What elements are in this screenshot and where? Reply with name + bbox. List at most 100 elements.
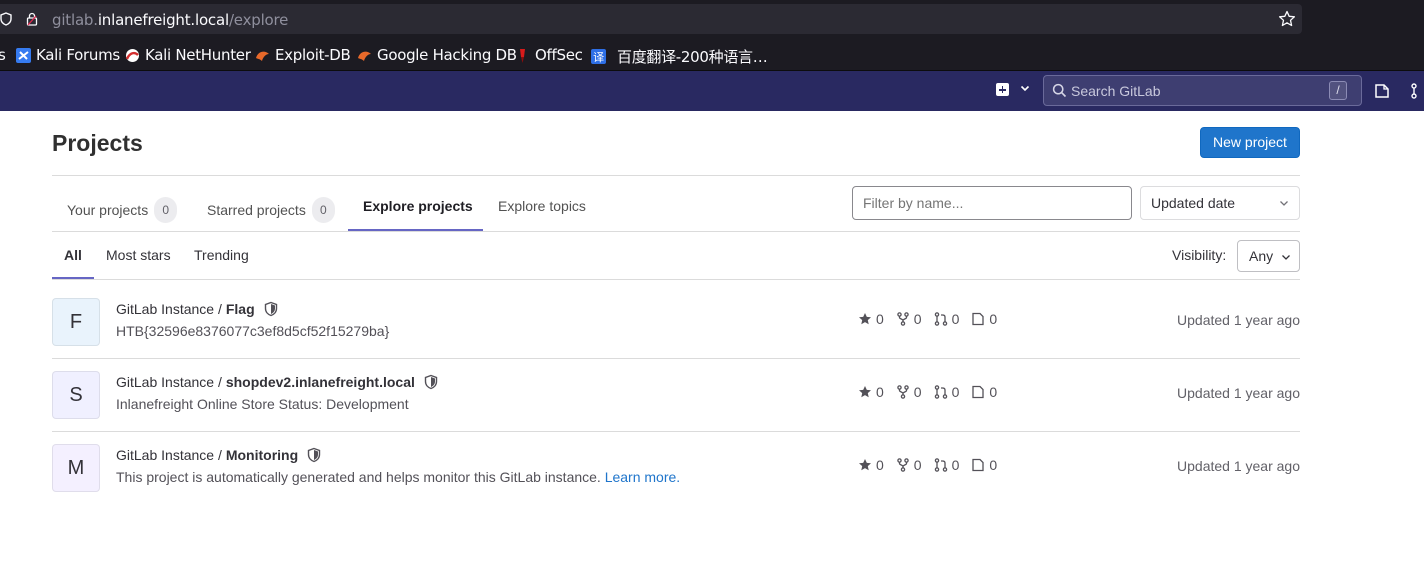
bookmark-label: Kali NetHunter (145, 46, 251, 64)
gitlab-top-nav: Search GitLab / (0, 71, 1424, 111)
issues-icon (972, 312, 985, 326)
search-gitlab-input[interactable]: Search GitLab / (1043, 75, 1362, 106)
chevron-down-icon (1280, 201, 1288, 206)
tab-explore-projects[interactable]: Explore projects (363, 198, 473, 214)
tab-count-badge: 0 (154, 197, 178, 223)
bookmark-kali-forums[interactable]: Kali Forums (16, 46, 120, 64)
merge-request-icon (934, 458, 947, 472)
divider (52, 358, 1300, 359)
forks-count: 0 (913, 457, 922, 473)
chevron-down-icon[interactable] (1019, 82, 1031, 94)
issues-icon (972, 458, 985, 472)
project-description: This project is automatically generated … (116, 469, 680, 485)
google-hacking-db-icon (358, 51, 371, 61)
merge-requests-stat[interactable]: 0 (934, 311, 959, 327)
project-row-flag: F GitLab Instance / Flag HTB{32596e83760… (52, 298, 1300, 371)
tab-your-projects[interactable]: Your projects 0 (67, 197, 178, 223)
visibility-shield-icon (307, 447, 321, 463)
project-description: Inlanefreight Online Store Status: Devel… (116, 396, 409, 412)
subtab-trending[interactable]: Trending (194, 247, 249, 263)
stars-count: 0 (876, 457, 884, 473)
search-placeholder: Search GitLab (1071, 83, 1161, 99)
chevron-down-icon (1282, 255, 1290, 260)
project-avatar[interactable]: M (52, 444, 100, 492)
stars-stat[interactable]: 0 (858, 457, 884, 473)
bookmark-offsec[interactable]: OffSec (515, 46, 583, 64)
learn-more-link[interactable]: Learn more. (605, 469, 680, 485)
project-namespace: GitLab Instance / (116, 447, 222, 463)
url-path: /explore (228, 11, 289, 29)
bookmark-exploit-db[interactable]: Exploit-DB (255, 46, 351, 64)
star-icon (859, 459, 871, 471)
forks-stat[interactable]: 0 (896, 311, 922, 327)
merge-request-icon (934, 385, 947, 399)
stars-stat[interactable]: 0 (858, 384, 884, 400)
issues-stat[interactable]: 0 (971, 311, 997, 327)
project-name-link[interactable]: GitLab Instance / Monitoring (116, 447, 322, 463)
divider (52, 279, 1300, 280)
merge-request-icon (934, 312, 947, 326)
merge-requests-stat[interactable]: 0 (934, 384, 960, 400)
address-bar[interactable]: gitlab.inlanefreight.local/explore (0, 4, 1302, 34)
updated-timestamp: Updated 1 year ago (1177, 385, 1300, 401)
project-avatar[interactable]: F (52, 298, 100, 346)
exploit-db-icon (256, 51, 269, 61)
forks-stat[interactable]: 0 (896, 457, 922, 473)
tab-starred-projects[interactable]: Starred projects 0 (207, 197, 335, 223)
project-name-link[interactable]: GitLab Instance / shopdev2.inlanefreight… (116, 374, 439, 390)
filter-by-name-input[interactable] (852, 186, 1132, 220)
visibility-shield-icon (424, 374, 438, 390)
lock-icon[interactable] (26, 12, 38, 26)
bookmark-label: OffSec (535, 46, 583, 64)
baidu-translate-icon: 译 (591, 49, 606, 64)
merge-requests-stat[interactable]: 0 (934, 457, 959, 473)
kali-nethunter-icon (125, 48, 139, 62)
create-new-icon[interactable] (996, 83, 1009, 96)
url-text[interactable]: gitlab.inlanefreight.local/explore (52, 11, 288, 29)
forks-count: 0 (913, 384, 922, 400)
bookmark-partial[interactable]: s (0, 46, 6, 64)
merge-requests-count: 0 (951, 384, 960, 400)
merge-requests-icon[interactable] (1410, 83, 1424, 99)
bookmark-baidu-translate[interactable]: 译 百度翻译-200种语言… (591, 46, 768, 67)
visibility-dropdown[interactable]: Any (1237, 240, 1300, 272)
fork-icon (897, 458, 909, 472)
forks-stat[interactable]: 0 (896, 384, 922, 400)
star-icon (859, 386, 871, 398)
search-icon (1052, 83, 1067, 98)
issues-icon[interactable] (1374, 83, 1390, 99)
new-project-button[interactable]: New project (1200, 127, 1300, 158)
bookmark-label: Kali Forums (36, 46, 120, 64)
subtab-most-stars[interactable]: Most stars (106, 247, 171, 263)
project-namespace: GitLab Instance / (116, 301, 222, 317)
issues-count: 0 (989, 457, 998, 473)
issues-stat[interactable]: 0 (971, 384, 997, 400)
project-name: Monitoring (225, 447, 299, 463)
search-shortcut-key: / (1329, 81, 1347, 100)
project-avatar[interactable]: S (52, 371, 100, 419)
project-stats: 0 0 0 0 (858, 311, 1009, 327)
tab-explore-topics[interactable]: Explore topics (498, 198, 586, 214)
browser-toolbar: gitlab.inlanefreight.local/explore (0, 0, 1424, 38)
project-description: HTB{32596e8376077c3ef8d5cf52f15279ba} (116, 323, 390, 339)
issues-stat[interactable]: 0 (971, 457, 997, 473)
bookmark-kali-nethunter[interactable]: Kali NetHunter (125, 46, 251, 64)
bookmark-google-hacking-db[interactable]: Google Hacking DB (357, 46, 517, 64)
project-stats: 0 0 0 0 (858, 384, 1009, 400)
tab-label: Explore topics (498, 198, 586, 214)
divider (52, 231, 1300, 232)
sort-dropdown[interactable]: Updated date (1140, 186, 1300, 220)
offsec-icon (520, 48, 525, 63)
project-name: shopdev2.inlanefreight.local (225, 374, 415, 390)
project-name-link[interactable]: GitLab Instance / Flag (116, 301, 279, 317)
tracking-shield-icon[interactable] (0, 12, 12, 26)
forks-count: 0 (913, 311, 922, 327)
fork-icon (897, 312, 909, 326)
star-icon (859, 313, 871, 325)
bookmark-star-icon[interactable] (1278, 10, 1296, 28)
bookmark-label: Exploit-DB (275, 46, 351, 64)
stars-stat[interactable]: 0 (858, 311, 884, 327)
page-title: Projects (52, 130, 143, 156)
bookmark-label: Google Hacking DB (377, 46, 517, 64)
subtab-all[interactable]: All (64, 247, 82, 263)
